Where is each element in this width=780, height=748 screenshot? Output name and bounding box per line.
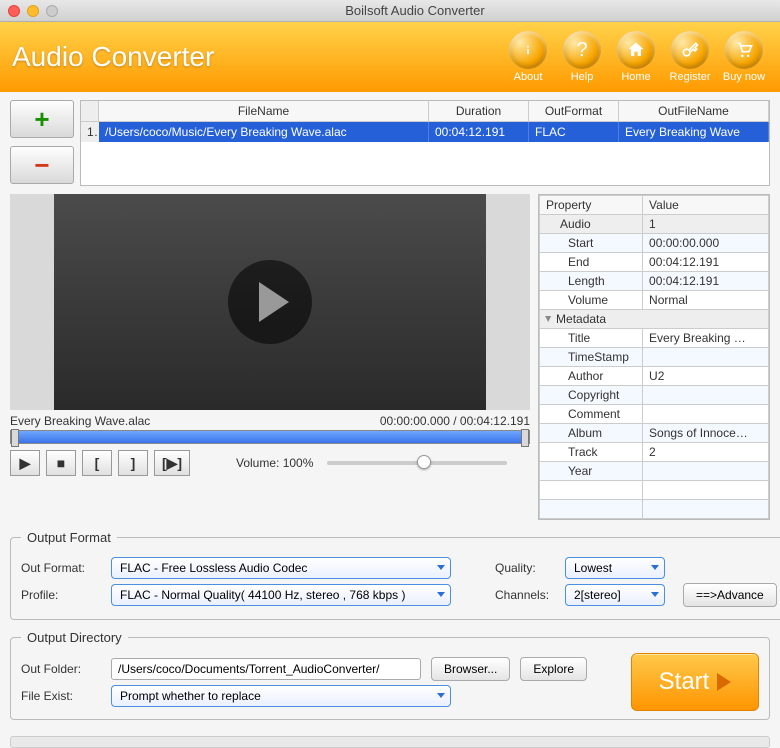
add-file-button[interactable]: + (10, 100, 74, 138)
volume-knob[interactable] (417, 455, 431, 469)
file-exist-select[interactable]: Prompt whether to replace (111, 685, 451, 707)
out-format-select[interactable]: FLAC - Free Lossless Audio Codec (111, 557, 451, 579)
volume-slider[interactable] (327, 461, 507, 465)
preview-area[interactable] (10, 194, 530, 410)
explore-button[interactable]: Explore (520, 657, 587, 681)
advance-button[interactable]: ==>Advance (683, 583, 777, 607)
mark-out-button[interactable]: ] (118, 450, 148, 476)
window-minimize-button[interactable] (27, 5, 39, 17)
output-format-group: Output Format Out Format: FLAC - Free Lo… (10, 530, 780, 620)
info-icon (509, 31, 547, 69)
volume-label: Volume: 100% (236, 456, 313, 470)
about-button[interactable]: About (504, 31, 552, 83)
app-name: Audio Converter (12, 41, 214, 73)
file-table-header: FileName Duration OutFormat OutFileName (81, 101, 769, 122)
home-icon (617, 31, 655, 69)
window-title: Boilsoft Audio Converter (58, 3, 772, 18)
titlebar: Boilsoft Audio Converter (0, 0, 780, 22)
time-display: 00:00:00.000 / 00:04:12.191 (380, 414, 530, 428)
property-group-metadata[interactable]: ▸Metadata (540, 310, 769, 329)
home-button[interactable]: Home (612, 31, 660, 83)
timeline-slider[interactable] (10, 430, 530, 444)
cart-icon (725, 31, 763, 69)
buy-now-button[interactable]: Buy now (720, 31, 768, 83)
file-table[interactable]: FileName Duration OutFormat OutFileName … (80, 100, 770, 186)
timeline-start-handle[interactable] (11, 429, 19, 447)
start-button[interactable]: Start (631, 653, 759, 711)
output-directory-group: Output Directory Out Folder: Browser... … (10, 630, 770, 720)
help-icon: ? (563, 31, 601, 69)
window-maximize-button (46, 5, 58, 17)
play-selection-button[interactable]: [▶] (154, 450, 190, 476)
status-bar (10, 736, 770, 748)
quality-select[interactable]: Lowest (565, 557, 665, 579)
stop-button[interactable]: ■ (46, 450, 76, 476)
profile-select[interactable]: FLAC - Normal Quality( 44100 Hz, stereo … (111, 584, 451, 606)
mark-in-button[interactable]: [ (82, 450, 112, 476)
window-close-button[interactable] (8, 5, 20, 17)
timeline-end-handle[interactable] (521, 429, 529, 447)
remove-file-button[interactable]: − (10, 146, 74, 184)
chevron-down-icon: ▸ (542, 316, 556, 322)
key-icon (671, 31, 709, 69)
play-button[interactable]: ▶ (10, 450, 40, 476)
properties-panel: PropertyValue Audio1 Start00:00:00.000 E… (538, 194, 770, 520)
play-overlay-icon[interactable] (228, 260, 312, 344)
current-file-label: Every Breaking Wave.alac (10, 414, 150, 428)
out-folder-input[interactable] (111, 658, 421, 680)
register-button[interactable]: Register (666, 31, 714, 83)
app-header: Audio Converter About ?Help Home Registe… (0, 22, 780, 92)
help-button[interactable]: ?Help (558, 31, 606, 83)
browse-button[interactable]: Browser... (431, 657, 510, 681)
table-row[interactable]: 1 /Users/coco/Music/Every Breaking Wave.… (81, 122, 769, 142)
channels-select[interactable]: 2[stereo] (565, 584, 665, 606)
property-group-audio[interactable]: Audio1 (540, 215, 769, 234)
